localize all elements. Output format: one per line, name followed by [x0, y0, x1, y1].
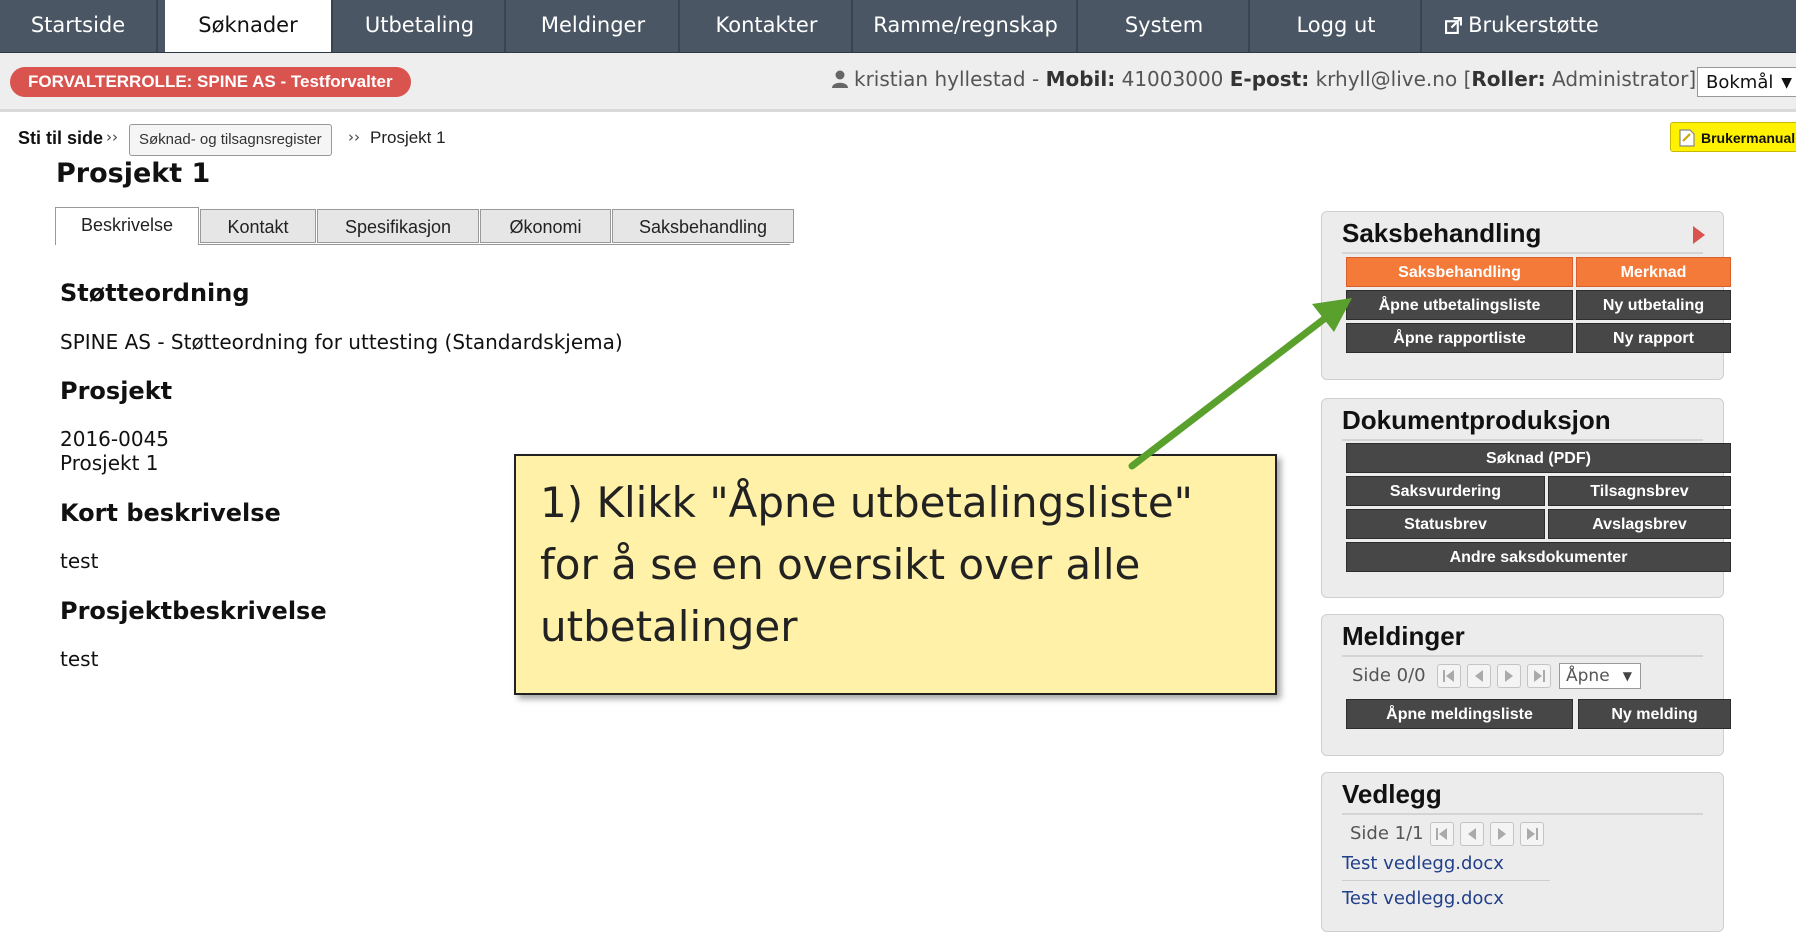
nav-ramme-regnskap[interactable]: Ramme/regnskap — [855, 0, 1078, 52]
last-page-icon[interactable] — [1527, 664, 1551, 688]
nav-meldinger[interactable]: Meldinger — [508, 0, 680, 52]
prosjekt-heading: Prosjekt — [60, 377, 173, 405]
user-manual-label: Brukermanual — [1701, 130, 1796, 146]
stotteordning-text: SPINE AS - Støtteordning for uttesting (… — [60, 330, 623, 354]
nav-brukerstotte[interactable]: Brukerstøtte — [1424, 0, 1620, 52]
nav-brukerstotte-label: Brukerstøtte — [1468, 13, 1599, 37]
prosjektbeskrivelse-text: test — [60, 647, 99, 671]
email-label: E-post: — [1229, 67, 1310, 91]
role-badge: FORVALTERROLLE: SPINE AS - Testforvalter — [10, 67, 411, 97]
ny-utbetaling-button[interactable]: Ny utbetaling — [1576, 290, 1731, 320]
mobile-label: Mobil: — [1045, 67, 1116, 91]
nav-system[interactable]: System — [1080, 0, 1250, 52]
tab-spesifikasjon[interactable]: Spesifikasjon — [317, 209, 479, 243]
ny-melding-button[interactable]: Ny melding — [1578, 699, 1731, 729]
breadcrumb-lead: Sti til side — [18, 128, 104, 148]
attachment-link[interactable]: Test vedlegg.docx — [1342, 888, 1504, 909]
attachment-link[interactable]: Test vedlegg.docx — [1342, 853, 1504, 874]
language-select[interactable]: Bokmål ▼ — [1697, 67, 1796, 97]
vedlegg-panel: Vedlegg Side 1/1 Test vedlegg.docx Test … — [1321, 772, 1724, 932]
email-value: krhyll@live.no — [1315, 67, 1458, 91]
panel-divider — [1342, 439, 1703, 441]
nav-utbetaling[interactable]: Utbetaling — [335, 0, 506, 52]
roles-value: Administrator — [1552, 67, 1689, 91]
panel-divider — [1342, 252, 1703, 254]
ny-rapport-button[interactable]: Ny rapport — [1576, 323, 1731, 353]
nav-kontakter[interactable]: Kontakter — [682, 0, 853, 52]
saksvurdering-button[interactable]: Saksvurdering — [1346, 476, 1545, 506]
next-page-icon[interactable] — [1497, 664, 1521, 688]
caret-right-icon[interactable] — [1693, 226, 1705, 244]
page-title: Prosjekt 1 — [56, 158, 211, 189]
last-page-icon[interactable] — [1520, 822, 1544, 846]
document-icon — [1679, 129, 1695, 147]
meldinger-filter-select[interactable]: Åpne ▼ — [1559, 663, 1641, 689]
statusbrev-button[interactable]: Statusbrev — [1346, 509, 1545, 539]
saksbehandling-panel-title: Saksbehandling — [1342, 218, 1542, 248]
user-manual-button[interactable]: Brukermanual — [1670, 122, 1796, 152]
apne-utbetalingsliste-button[interactable]: Åpne utbetalingsliste — [1346, 290, 1573, 320]
first-page-icon[interactable] — [1437, 664, 1461, 688]
tab-okonomi[interactable]: Økonomi — [480, 209, 611, 243]
prosjekt-name: Prosjekt 1 — [60, 451, 159, 475]
breadcrumb-link-register[interactable]: Søknad- og tilsagnsregister — [129, 124, 332, 156]
panel-divider — [1342, 813, 1703, 815]
roles-label: Roller: — [1471, 67, 1546, 91]
nav-soknader[interactable]: Søknader — [165, 0, 333, 52]
language-value: Bokmål — [1706, 72, 1774, 93]
saksbehandling-button[interactable]: Saksbehandling — [1346, 257, 1573, 287]
apne-rapportliste-button[interactable]: Åpne rapportliste — [1346, 323, 1573, 353]
saksbehandling-panel: Saksbehandling Saksbehandling Merknad Åp… — [1321, 211, 1731, 380]
breadcrumb-separator: ›› — [348, 128, 360, 146]
tab-kontakt[interactable]: Kontakt — [200, 209, 316, 243]
merknad-button[interactable]: Merknad — [1576, 257, 1731, 287]
first-page-icon[interactable] — [1430, 822, 1454, 846]
external-link-icon — [1445, 17, 1463, 34]
meldinger-panel-title: Meldinger — [1342, 621, 1465, 651]
meldinger-panel: Meldinger Side 0/0 Åpne ▼ Åpne meldingsl… — [1321, 614, 1731, 756]
previous-page-icon[interactable] — [1467, 664, 1491, 688]
meldinger-filter-value: Åpne — [1566, 666, 1610, 686]
next-page-icon[interactable] — [1490, 822, 1514, 846]
breadcrumb-current: Prosjekt 1 — [370, 128, 446, 147]
tilsagnsbrev-button[interactable]: Tilsagnsbrev — [1548, 476, 1731, 506]
main-navigation: Startside Søknader Utbetaling Meldinger … — [0, 0, 1796, 53]
nav-logg-ut[interactable]: Logg ut — [1252, 0, 1422, 52]
role-bar: FORVALTERROLLE: SPINE AS - Testforvalter… — [0, 53, 1796, 112]
chevron-down-icon: ▼ — [1622, 669, 1632, 683]
callout-text: 1) Klikk "Åpne utbetalingsliste" for å s… — [540, 478, 1193, 651]
tab-beskrivelse[interactable]: Beskrivelse — [55, 207, 199, 245]
avslagsbrev-button[interactable]: Avslagsbrev — [1548, 509, 1731, 539]
soknad-pdf-button[interactable]: Søknad (PDF) — [1346, 443, 1731, 473]
previous-page-icon[interactable] — [1460, 822, 1484, 846]
prosjektbeskrivelse-heading: Prosjektbeskrivelse — [60, 597, 327, 625]
nav-startside[interactable]: Startside — [0, 0, 158, 52]
kort-beskrivelse-heading: Kort beskrivelse — [60, 499, 281, 527]
user-info: kristian hyllestad - Mobil: 41003000 E-p… — [832, 67, 1696, 91]
breadcrumb-separator: ›› — [106, 128, 118, 146]
vedlegg-pager-label: Side 1/1 — [1350, 823, 1424, 844]
prosjekt-number: 2016-0045 — [60, 427, 170, 451]
kort-beskrivelse-text: test — [60, 549, 99, 573]
panel-divider — [1342, 655, 1703, 657]
tutorial-callout: 1) Klikk "Åpne utbetalingsliste" for å s… — [514, 454, 1277, 695]
chevron-down-icon: ▼ — [1781, 75, 1792, 91]
stotteordning-heading: Støtteordning — [60, 279, 250, 307]
meldinger-pager-label: Side 0/0 — [1352, 665, 1426, 686]
tab-saksbehandling[interactable]: Saksbehandling — [612, 209, 794, 243]
user-icon — [832, 70, 848, 88]
dokumentproduksjon-panel: Dokumentproduksjon Søknad (PDF) Saksvurd… — [1321, 398, 1731, 598]
apne-meldingsliste-button[interactable]: Åpne meldingsliste — [1346, 699, 1573, 729]
dokumentproduksjon-panel-title: Dokumentproduksjon — [1342, 405, 1611, 435]
mobile-value: 41003000 — [1121, 67, 1224, 91]
vedlegg-panel-title: Vedlegg — [1342, 779, 1442, 809]
attachment-divider — [1342, 880, 1550, 881]
andre-saksdokumenter-button[interactable]: Andre saksdokumenter — [1346, 542, 1731, 572]
user-name: kristian hyllestad — [854, 67, 1026, 91]
